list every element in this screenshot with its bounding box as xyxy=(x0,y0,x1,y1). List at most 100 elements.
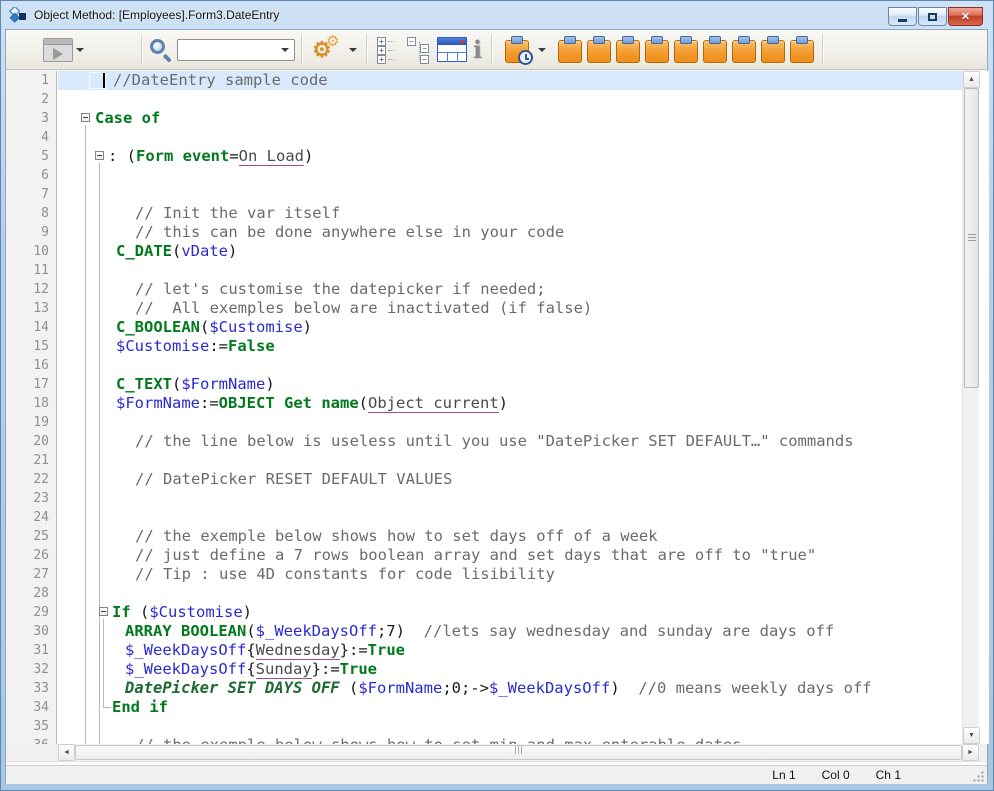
toolbar-separator xyxy=(491,35,493,65)
horizontal-scroll-thumb[interactable] xyxy=(75,745,962,760)
minimize-button[interactable] xyxy=(888,7,917,26)
line-number: 32 xyxy=(33,660,49,679)
clipboard-history-button[interactable] xyxy=(499,33,549,67)
line-number: 9 xyxy=(41,223,49,242)
clipboard-button-6[interactable] xyxy=(703,36,727,63)
clipboard-clock-icon xyxy=(505,36,529,63)
window-content: ⚙⚙ + + + − − − xyxy=(5,29,988,783)
code-line-27: // Tip : use 4D constants for code lisib… xyxy=(135,565,555,584)
fold-guide-line xyxy=(99,163,100,744)
line-number: 21 xyxy=(33,451,49,470)
code-line-36: // the exemple below shows how to set mi… xyxy=(135,736,742,744)
clipboard-button-5[interactable] xyxy=(674,36,698,63)
vertical-scroll-thumb[interactable] xyxy=(964,88,979,388)
code-line-29: If ($Customise) xyxy=(112,603,252,622)
line-number: 5 xyxy=(41,147,49,166)
line-number: 31 xyxy=(33,641,49,660)
code-line-5: : (Form event=On Load) xyxy=(108,147,313,166)
code-line-18: $FormName:=OBJECT Get name(Object curren… xyxy=(116,394,508,413)
scroll-down-arrow[interactable]: ▼ xyxy=(963,727,980,744)
close-icon: ✕ xyxy=(961,10,970,23)
line-number: 22 xyxy=(33,470,49,489)
clipboard-button-3[interactable] xyxy=(616,36,640,63)
line-number: 10 xyxy=(33,242,49,261)
expand-all-button[interactable]: + + + xyxy=(374,33,404,67)
line-number: 8 xyxy=(41,204,49,223)
code-line-31: $_WeekDaysOff{Wednesday}:=True xyxy=(125,641,405,660)
fold-toggle[interactable] xyxy=(81,113,90,122)
code-line-9: // this can be done anywhere else in you… xyxy=(135,223,564,242)
line-number: 29 xyxy=(33,603,49,622)
clipboard-button-7[interactable] xyxy=(732,36,756,63)
code-editor[interactable]: 1234567891011121314151617181920212223242… xyxy=(6,71,989,744)
clipboard-button-2[interactable] xyxy=(587,36,611,63)
code-area[interactable]: //DateEntry sample codeCase of: (Form ev… xyxy=(58,71,962,744)
window-title: Object Method: [Employees].Form3.DateEnt… xyxy=(34,8,279,22)
close-button[interactable]: ✕ xyxy=(948,7,983,26)
status-column: Col 0 xyxy=(822,768,850,782)
form-window-icon xyxy=(437,37,467,62)
line-number: 25 xyxy=(33,527,49,546)
fold-toggle[interactable] xyxy=(99,607,108,616)
run-method-button[interactable] xyxy=(40,33,87,67)
line-number: 35 xyxy=(33,717,49,736)
code-line-26: // just define a 7 rows boolean array an… xyxy=(135,546,816,565)
vertical-scrollbar[interactable]: ▲ ▼ xyxy=(962,71,979,744)
minimize-icon xyxy=(898,19,907,22)
fold-guide-corner xyxy=(103,707,111,708)
status-char: Ch 1 xyxy=(876,768,901,782)
resize-grip[interactable] xyxy=(972,770,984,782)
line-number: 16 xyxy=(33,356,49,375)
scroll-right-arrow[interactable]: ► xyxy=(962,744,979,761)
clipboard-button-1[interactable] xyxy=(558,36,582,63)
horizontal-scrollbar[interactable]: ◄ ► xyxy=(58,744,979,761)
line-number: 15 xyxy=(33,337,49,356)
collapse-all-button[interactable]: − − − xyxy=(404,33,434,67)
line-number: 34 xyxy=(33,698,49,717)
line-number: 14 xyxy=(33,318,49,337)
line-number: 28 xyxy=(33,584,49,603)
line-number: 26 xyxy=(33,546,49,565)
clipboard-button-4[interactable] xyxy=(645,36,669,63)
code-line-30: ARRAY BOOLEAN($_WeekDaysOff;7) //lets sa… xyxy=(125,622,834,641)
code-line-13: // All exemples below are inactivated (i… xyxy=(135,299,592,318)
toolbar-separator xyxy=(366,35,368,65)
fold-guide-line xyxy=(103,619,104,708)
code-line-17: C_TEXT($FormName) xyxy=(116,375,275,394)
fold-toggle[interactable] xyxy=(95,151,104,160)
scroll-up-arrow[interactable]: ▲ xyxy=(963,71,980,88)
line-number: 19 xyxy=(33,413,49,432)
scroll-left-arrow[interactable]: ◄ xyxy=(58,744,75,761)
line-number: 36 xyxy=(33,736,49,744)
line-number: 1 xyxy=(41,71,49,90)
line-number: 3 xyxy=(41,109,49,128)
method-properties-button[interactable] xyxy=(434,33,470,67)
run-method-icon xyxy=(43,38,73,62)
line-number: 23 xyxy=(33,489,49,508)
run-dropdown-arrow-icon xyxy=(76,48,84,52)
code-line-14: C_BOOLEAN($Customise) xyxy=(116,318,312,337)
maximize-button[interactable] xyxy=(918,7,947,26)
macros-button[interactable]: ⚙⚙ xyxy=(309,33,360,67)
code-line-32: $_WeekDaysOff{Sunday}:=True xyxy=(125,660,377,679)
line-number: 27 xyxy=(33,565,49,584)
search-combobox[interactable] xyxy=(177,39,295,61)
line-number: 20 xyxy=(33,432,49,451)
clipboard-button-9[interactable] xyxy=(790,36,814,63)
toolbar: ⚙⚙ + + + − − − xyxy=(6,30,987,70)
line-number: 4 xyxy=(41,128,49,147)
status-line: Ln 1 xyxy=(772,768,795,782)
titlebar: Object Method: [Employees].Form3.DateEnt… xyxy=(1,1,993,29)
expand-all-icon: + + + xyxy=(377,36,401,64)
line-number: 30 xyxy=(33,622,49,641)
line-number: 18 xyxy=(33,394,49,413)
line-number: 33 xyxy=(33,679,49,698)
search-input[interactable] xyxy=(178,41,278,59)
info-button[interactable]: i xyxy=(470,33,485,67)
code-line-12: // let's customise the datepicker if nee… xyxy=(135,280,546,299)
line-number: 12 xyxy=(33,280,49,299)
info-icon: i xyxy=(473,38,482,62)
line-number: 2 xyxy=(41,90,49,109)
statusbar: Ln 1 Col 0 Ch 1 xyxy=(6,765,987,784)
clipboard-button-8[interactable] xyxy=(761,36,785,63)
